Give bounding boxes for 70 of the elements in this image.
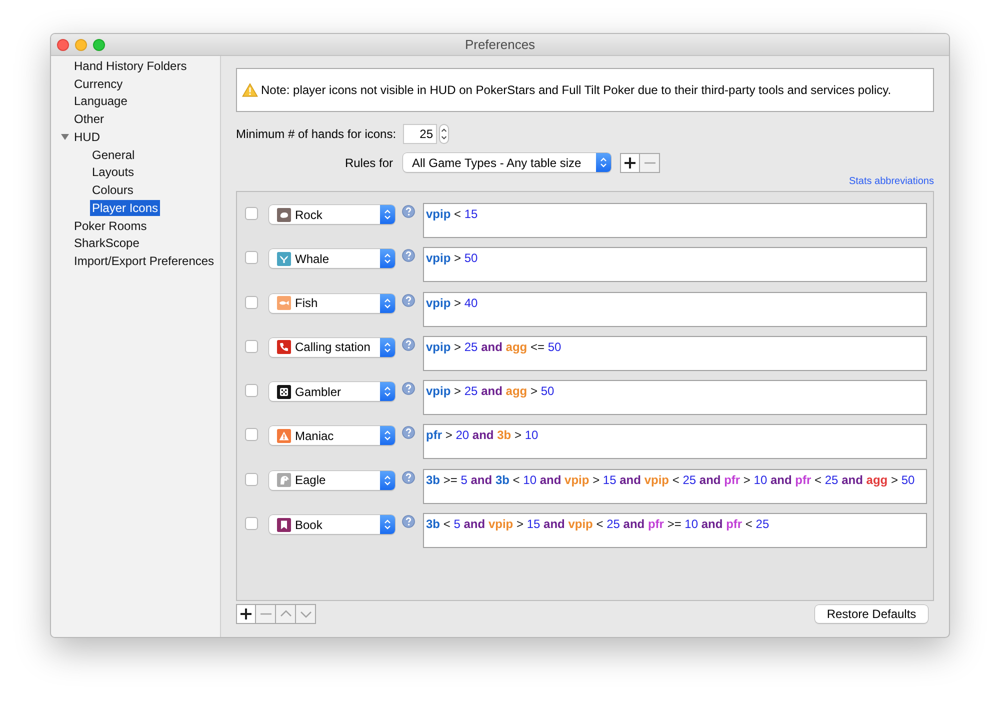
chevron-updown-icon[interactable] bbox=[380, 515, 395, 534]
help-icon[interactable] bbox=[402, 294, 415, 307]
chevron-updown-icon[interactable] bbox=[380, 470, 395, 490]
sidebar-item[interactable]: Import/Export Preferences bbox=[72, 253, 216, 270]
warning-icon bbox=[242, 83, 258, 97]
zoom-button[interactable] bbox=[93, 38, 105, 50]
condition-field[interactable]: vpip > 40 bbox=[423, 292, 927, 327]
plus-icon bbox=[624, 156, 636, 168]
sidebar-item[interactable]: HUD bbox=[72, 128, 102, 145]
help-icon[interactable] bbox=[402, 515, 415, 528]
condition-field[interactable]: 3b >= 5 and 3b < 10 and vpip > 15 and vpip < 25 and pfr > 10 and pfr < 25 and agg > 50 bbox=[423, 468, 927, 504]
chevron-updown-icon[interactable] bbox=[380, 382, 395, 402]
icon-type-dropdown[interactable]: Rock bbox=[269, 205, 395, 224]
stepper-icon[interactable] bbox=[439, 124, 449, 144]
chevron-updown-icon[interactable] bbox=[380, 294, 395, 313]
plus-icon bbox=[240, 608, 252, 620]
sidebar-item[interactable]: Player Icons bbox=[90, 200, 160, 216]
add-button[interactable] bbox=[236, 604, 256, 624]
help-icon[interactable] bbox=[402, 382, 415, 396]
icon-type-dropdown[interactable]: Maniac bbox=[269, 426, 395, 446]
rule-checkbox[interactable] bbox=[245, 517, 258, 530]
sidebar-item[interactable]: SharkScope bbox=[72, 235, 142, 252]
min-hands-field[interactable]: 25 bbox=[403, 124, 437, 144]
help-icon[interactable] bbox=[402, 205, 415, 218]
disclosure-triangle-icon[interactable] bbox=[61, 132, 69, 141]
icon-type-dropdown[interactable]: Fish bbox=[269, 294, 395, 313]
min-hands-label: Minimum # of hands for icons: bbox=[236, 126, 393, 143]
icon-type-dropdown[interactable]: Calling station bbox=[269, 338, 395, 357]
rules-for-label: Rules for bbox=[344, 154, 393, 172]
condition-field[interactable]: 3b < 5 and vpip > 15 and vpip < 25 and pfr >= 10 and pfr < 25 bbox=[423, 513, 927, 548]
stats-abbreviations-link[interactable]: Stats abbreviations bbox=[848, 176, 934, 188]
rule-checkbox[interactable] bbox=[245, 428, 258, 442]
game-type-dropdown[interactable]: All Game Types - Any table size bbox=[403, 153, 611, 172]
rule-checkbox[interactable] bbox=[245, 296, 258, 309]
close-button[interactable] bbox=[57, 38, 69, 50]
add-button[interactable] bbox=[620, 152, 640, 172]
sidebar-item[interactable]: Layouts bbox=[90, 164, 136, 180]
icon-type-dropdown[interactable]: Gambler bbox=[269, 382, 395, 402]
sidebar-item[interactable]: Other bbox=[72, 111, 106, 128]
icon-type-dropdown[interactable]: Whale bbox=[269, 249, 395, 268]
sidebar-item[interactable]: General bbox=[90, 146, 137, 163]
chevron-updown-icon[interactable] bbox=[596, 153, 611, 172]
condition-field[interactable]: vpip > 50 bbox=[423, 247, 927, 282]
help-icon[interactable] bbox=[402, 338, 415, 351]
rule-checkbox[interactable] bbox=[245, 340, 258, 353]
rule-checkbox[interactable] bbox=[245, 251, 258, 264]
condition-field[interactable]: vpip > 25 and agg > 50 bbox=[423, 380, 927, 416]
help-icon[interactable] bbox=[402, 470, 415, 484]
restore-defaults-button[interactable]: Restore Defaults bbox=[815, 605, 928, 623]
condition-field[interactable]: pfr > 20 and 3b > 10 bbox=[423, 424, 927, 460]
condition-field[interactable]: vpip < 15 bbox=[423, 203, 927, 238]
help-icon[interactable] bbox=[402, 249, 415, 262]
sidebar-item[interactable]: Colours bbox=[90, 182, 136, 198]
sidebar-item[interactable]: Currency bbox=[72, 76, 125, 92]
window-title: Preferences bbox=[464, 36, 536, 54]
sidebar-item[interactable]: Hand History Folders bbox=[72, 58, 189, 74]
sidebar-item[interactable]: Poker Rooms bbox=[72, 218, 149, 234]
chevron-updown-icon[interactable] bbox=[380, 249, 395, 268]
note-text: Note: player icons not visible in HUD on PokerStars and Full Tilt Poker due to their third-party tools and services policy. bbox=[261, 82, 892, 99]
rule-checkbox[interactable] bbox=[245, 207, 258, 220]
condition-field[interactable]: vpip > 25 and agg <= 50 bbox=[423, 336, 927, 371]
help-icon[interactable] bbox=[402, 426, 415, 440]
icon-type-dropdown[interactable]: Book bbox=[269, 515, 395, 534]
chevron-updown-icon[interactable] bbox=[380, 426, 395, 446]
sidebar-item[interactable]: Language bbox=[72, 93, 130, 110]
chevron-updown-icon[interactable] bbox=[380, 338, 395, 357]
rule-checkbox[interactable] bbox=[245, 384, 258, 398]
rule-checkbox[interactable] bbox=[245, 472, 258, 486]
chevron-updown-icon[interactable] bbox=[380, 205, 395, 224]
icon-type-dropdown[interactable]: Eagle bbox=[269, 470, 395, 490]
